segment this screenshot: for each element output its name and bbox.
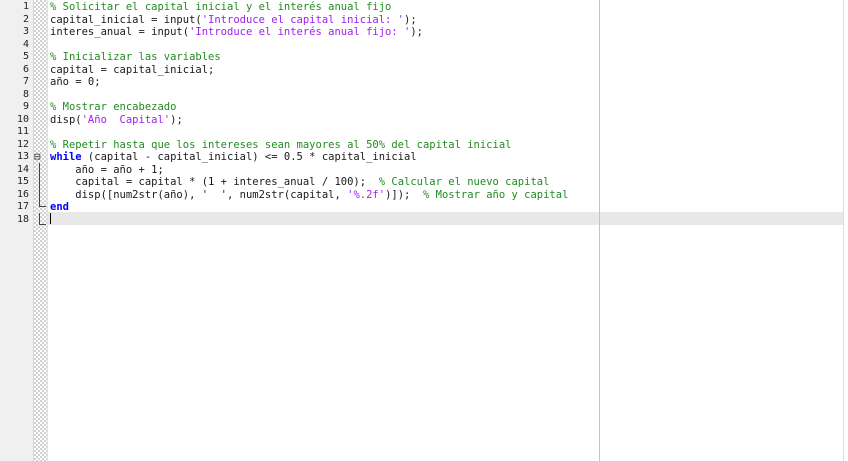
code-line[interactable]: capital_inicial = input('Introduce el ca… [50,14,417,26]
line-number: 17 [16,201,29,212]
code-token-comment: % Solicitar el capital inicial y el inte… [50,1,392,13]
code-line[interactable]: interes_anual = input('Introduce el inte… [50,26,423,38]
fold-end-marker-last [39,224,46,225]
minus-box-icon[interactable]: ⊟ [34,151,41,163]
code-token-text: ); [170,113,183,126]
line-number: 16 [16,188,29,200]
code-token-comment: % Calcular el nuevo capital [378,176,550,188]
code-token-text: año = año + 1; [50,163,164,176]
code-token-text: disp( [50,113,82,126]
line-number: 4 [22,38,29,50]
fold-end-marker [39,206,46,207]
code-line[interactable]: % Repetir hasta que los intereses sean m… [50,139,511,151]
line-number-gutter: 1 2 3 4 5 6 7 8 9 10 11 12 13 14 15 16 17 18 [0,0,34,461]
code-token-comment: % Inicializar las variables [50,51,221,63]
code-token-keyword: while [50,151,82,163]
code-token-text: capital = capital * (1 + interes_anual /… [50,176,379,188]
line-number: 13 [16,151,29,162]
line-number: 15 [16,176,29,187]
code-token-string: '%.2f' [347,188,386,201]
code-token-text: interes_anual = input( [50,26,190,38]
code-token-text: disp([num2str(año), ' ', num2str(capital… [50,188,348,201]
line-number: 14 [16,163,29,175]
code-line[interactable]: año = año + 1; [50,164,164,176]
editor-right-border [843,0,844,461]
code-token-text: capital_inicial = input( [50,13,202,26]
fold-gutter[interactable] [34,0,48,461]
line-number: 3 [22,26,29,37]
line-number: 8 [22,88,29,100]
line-number: 12 [16,138,29,150]
line-number: 9 [22,101,29,112]
code-token-comment: % Mostrar año y capital [423,188,569,201]
code-token-text: ); [410,26,423,38]
line-number: 1 [22,1,29,12]
line-number: 11 [16,126,29,137]
code-token-string: 'Introduce el interés anual fijo: ' [189,26,411,38]
code-token-comment: % Mostrar encabezado [50,101,177,113]
code-line[interactable]: capital = capital_inicial; [50,64,214,76]
line-number: 5 [22,51,29,62]
code-token-text: (capital - capital_inicial) <= 0.5 * cap… [81,151,417,163]
fold-range-line [39,163,40,207]
code-token-text: ); [404,13,417,26]
code-line[interactable]: disp([num2str(año), ' ', num2str(capital… [50,189,568,201]
code-line[interactable]: while (capital - capital_inicial) <= 0.5… [50,151,417,163]
code-line[interactable]: año = 0; [50,76,101,88]
code-line[interactable]: % Solicitar el capital inicial y el inte… [50,1,391,13]
edge-column-marker [599,0,600,461]
code-editor[interactable]: 1 2 3 4 5 6 7 8 9 10 11 12 13 14 15 16 17 18 ⊟ % Solicita… [0,0,848,461]
line-number: 6 [22,63,29,75]
text-caret [50,213,51,224]
line-number: 18 [16,213,29,225]
code-token-text: )]); [385,188,423,201]
code-line[interactable]: capital = capital * (1 + interes_anual /… [50,176,549,188]
line-number: 2 [22,13,29,25]
code-token-comment: % Repetir hasta que los intereses sean m… [50,138,512,151]
code-line[interactable]: % Mostrar encabezado [50,101,176,113]
line-number: 7 [22,76,29,87]
code-token-string: 'Año Capital' [81,113,171,126]
code-line[interactable]: % Inicializar las variables [50,51,221,63]
code-token-keyword: end [50,201,69,213]
code-token-string: 'Introduce el capital inicial: ' [201,13,405,26]
code-token-text: capital = capital_inicial; [50,63,215,76]
code-token-text: año = 0; [50,76,101,88]
code-line[interactable]: disp('Año Capital'); [50,114,183,126]
code-line[interactable]: end [50,201,69,213]
current-line-highlight [48,212,843,225]
line-number: 10 [16,113,29,125]
